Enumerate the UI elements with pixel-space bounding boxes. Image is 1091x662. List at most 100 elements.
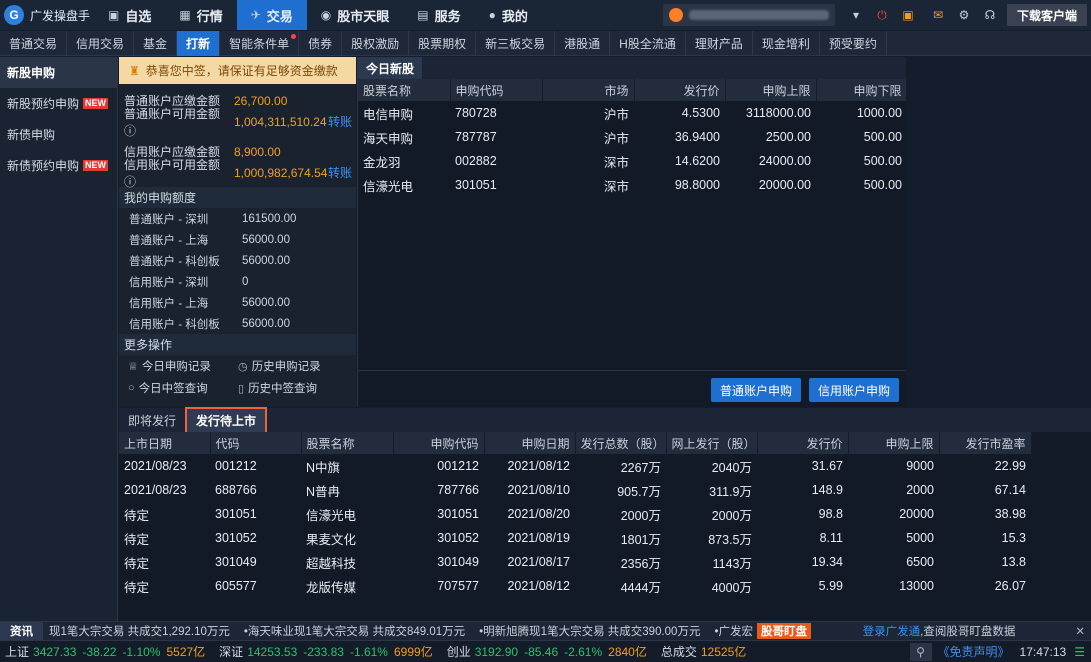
subtab[interactable]: 普通交易 (0, 31, 68, 56)
login-hint: ,查阅股哥盯盘数据 (920, 626, 1016, 638)
gear-icon[interactable]: ⚙ (953, 4, 975, 26)
table-row[interactable]: 信濠光电 301051 深市 98.8000 20000.00 500.00 (358, 173, 907, 197)
col-header[interactable]: 发行价 (634, 79, 726, 101)
login-gf-link[interactable]: 登录广发通 (863, 623, 921, 639)
subtab[interactable]: 股票期权 (409, 31, 477, 56)
table-row[interactable]: 待定 301051 信濠光电 301051 2021/08/20 2000万 2000万 98… (119, 502, 1031, 526)
subtab[interactable]: 基金 (134, 31, 178, 56)
trophy-icon: ♕ (128, 360, 138, 373)
table-cell: 301049 (215, 555, 257, 569)
subtab[interactable]: 理财产品 (686, 31, 753, 56)
transfer-link[interactable]: 转账 (328, 113, 356, 130)
table-row[interactable]: 电信申购 780728 沪市 4.5300 3118000.00 1000.00 (358, 101, 907, 125)
col-header[interactable]: 发行总数（股） (575, 432, 667, 454)
topnav-watchlist[interactable]: ▣ 自选 (94, 0, 165, 30)
close-icon[interactable]: ✕ (1075, 624, 1085, 638)
table-row[interactable]: 待定 301049 超越科技 301049 2021/08/17 2356万 1143万 19… (119, 550, 1031, 574)
col-header[interactable]: 发行市盈率 (939, 432, 1032, 454)
topnav-skyeye[interactable]: ◉ 股市天眼 (307, 0, 404, 30)
tab-today-ipo[interactable]: 今日新股 (358, 57, 423, 79)
leftnav-ipo-reserve[interactable]: 新股预约申购 NEW (0, 88, 117, 119)
subtab-smart-order[interactable]: 智能条件单 (220, 31, 300, 56)
subtab[interactable]: H股全流通 (610, 31, 686, 56)
new-badge: NEW (83, 98, 109, 109)
col-header[interactable]: 代码 (210, 432, 302, 454)
search-icon[interactable]: ⚲ (909, 642, 932, 661)
topnav-service[interactable]: ▤ 服务 (403, 0, 474, 30)
col-header[interactable]: 股票名称 (358, 79, 451, 101)
transfer-link[interactable]: 转账 (328, 164, 356, 181)
table-cell: 98.8 (818, 507, 843, 521)
col-header[interactable]: 申购上限 (848, 432, 940, 454)
subtab[interactable]: 股权激励 (342, 31, 410, 56)
table-cell: 2040万 (711, 460, 752, 475)
download-client-button[interactable]: 下载客户端 (1006, 4, 1087, 26)
news-item[interactable]: •海天味业现1笔大宗交易 共成交849.01万元 (244, 623, 465, 639)
table-cell: 2000万 (711, 508, 752, 523)
table-cell: 2021/08/10 (507, 483, 570, 497)
subtab[interactable]: 港股通 (555, 31, 611, 56)
table-row[interactable]: 待定 605577 龙版传媒 707577 2021/08/12 4444万 4000万 5.… (119, 574, 1031, 598)
mail-icon[interactable]: ✉ (927, 4, 949, 26)
headset-icon[interactable]: ☊ (979, 4, 1001, 26)
col-header[interactable]: 上市日期 (119, 432, 211, 454)
quota-row: 普通账户 - 深圳 161500.00 (129, 212, 297, 226)
col-header[interactable]: 申购代码 (450, 79, 543, 101)
lock-icon[interactable]: ▣ (897, 4, 919, 26)
history-win-query-link[interactable]: ▯ 历史中签查询 (238, 377, 348, 399)
col-header[interactable]: 市场 (542, 79, 635, 101)
table-row[interactable]: 2021/08/23 688766 N普冉 787766 2021/08/10 905.7… (119, 478, 1031, 502)
col-header[interactable]: 申购下限 (816, 79, 908, 101)
power-icon[interactable]: ⏻ (871, 4, 893, 26)
quota-row: 信用账户 - 深圳 0 (129, 275, 249, 289)
tab-upcoming-issue[interactable]: 即将发行 (119, 408, 185, 432)
subtab[interactable]: 现金增利 (753, 31, 820, 56)
index-sz[interactable]: 深证 14253.53 -233.83 -1.61% 6999亿 (219, 643, 433, 660)
disclaimer-link[interactable]: 《免责声明》 (938, 643, 1010, 660)
today-subscribe-record-link[interactable]: ♕ 今日申购记录 (128, 355, 238, 377)
more-ops: ♕ 今日申购记录 ◷ 历史申购记录 ○ 今日中签查询 ▯ 历史中签查询 (119, 355, 356, 399)
subtab-ipo[interactable]: 打新 (177, 31, 221, 56)
tab-pending-listing[interactable]: 发行待上市 (185, 406, 268, 435)
table-row[interactable]: 2021/08/23 001212 N中旗 001212 2021/08/12 2267万… (119, 454, 1031, 478)
news-item[interactable]: •明新旭腾现1笔大宗交易 共成交390.00万元 (479, 623, 700, 639)
new-badge: NEW (83, 160, 109, 171)
table-row[interactable]: 金龙羽 002882 深市 14.6200 24000.00 500.00 (358, 149, 907, 173)
topnav-market[interactable]: ▦ 行情 (165, 0, 236, 30)
leftnav-ipo-subscribe[interactable]: 新股申购 (0, 57, 117, 88)
normal-account-subscribe-button[interactable]: 普通账户申购 (710, 378, 801, 402)
today-win-query-link[interactable]: ○ 今日中签查询 (128, 377, 238, 399)
credit-account-subscribe-button[interactable]: 信用账户申购 (808, 378, 899, 402)
stock-monitor-badge[interactable]: 股哥盯盘 (756, 623, 811, 639)
history-subscribe-record-link[interactable]: ◷ 历史申购记录 (238, 355, 348, 377)
col-header[interactable]: 申购上限 (725, 79, 817, 101)
index-sh[interactable]: 上证 3427.33 -38.22 -1.10% 5527亿 (5, 643, 205, 660)
table-row[interactable]: 海天申购 787787 沪市 36.9400 2500.00 500.00 (358, 125, 907, 149)
subtab[interactable]: 预受要约 (820, 31, 887, 56)
col-header[interactable]: 股票名称 (301, 432, 394, 454)
leftnav-bond-reserve[interactable]: 新债预约申购 NEW (0, 150, 117, 181)
col-header[interactable]: 网上发行（股） (666, 432, 758, 454)
subtab[interactable]: 信用交易 (67, 31, 135, 56)
pending-listing-panel: 上市日期 代码 股票名称 申购代码 申购日期 发行总数（股） 网上发行（股） 发… (119, 432, 1091, 620)
news-item[interactable]: 现1笔大宗交易 共成交1,292.10万元 (49, 623, 230, 639)
leftnav-bond-subscribe[interactable]: 新债申购 (0, 119, 117, 150)
col-header[interactable]: 申购日期 (484, 432, 576, 454)
chevron-down-icon[interactable]: ▾ (845, 4, 867, 26)
table-cell: 26.07 (994, 579, 1026, 593)
table-row[interactable]: 待定 301052 果麦文化 301052 2021/08/19 1801万 873.5万 8… (119, 526, 1031, 550)
news-item[interactable]: •广发宏 (714, 623, 753, 639)
col-header[interactable]: 申购代码 (393, 432, 485, 454)
account-selector[interactable] (662, 4, 835, 26)
topnav-trade[interactable]: ✈ 交易 (236, 0, 307, 30)
person-icon: ● (488, 8, 496, 22)
subtab[interactable]: 债券 (299, 31, 343, 56)
subtab[interactable]: 新三板交易 (476, 31, 556, 56)
col-header[interactable]: 发行价 (757, 432, 849, 454)
news-tag[interactable]: 资讯 (0, 621, 43, 641)
trade-icon: ✈ (250, 8, 261, 22)
table-cell: 6500 (906, 555, 934, 569)
topnav-mine[interactable]: ● 我的 (475, 0, 542, 30)
index-cy[interactable]: 创业 3192.90 -85.46 -2.61% 2840亿 (447, 643, 647, 660)
win-notice: ♜ 恭喜您中签，请保证有足够资金缴款 (119, 57, 356, 84)
